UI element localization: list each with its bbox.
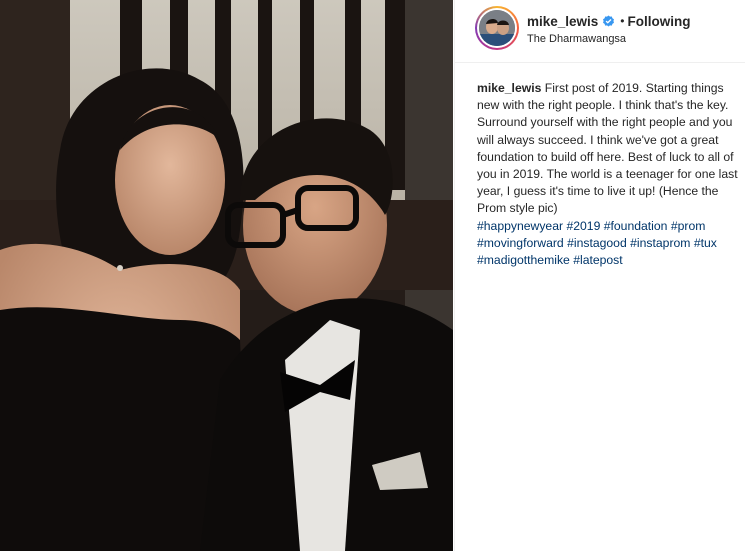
- profile-avatar[interactable]: [479, 10, 515, 46]
- verified-badge-icon: [603, 15, 615, 27]
- story-ring[interactable]: [475, 6, 519, 50]
- caption-username[interactable]: mike_lewis: [477, 81, 541, 95]
- hashtag-link[interactable]: #instaprom: [630, 236, 690, 250]
- post-details-panel: mike_lewis • Following The Dharmawangsa …: [454, 0, 745, 551]
- post-caption: mike_lewis First post of 2019. Starting …: [477, 80, 739, 269]
- hashtag-link[interactable]: #instagood: [567, 236, 627, 250]
- hashtag-link[interactable]: #2019: [566, 219, 600, 233]
- hashtag-link[interactable]: #happynewyear: [477, 219, 563, 233]
- separator-dot: •: [620, 14, 625, 28]
- hashtag-list: #happynewyear #2019 #foundation #prom #m…: [477, 218, 739, 270]
- post-header: mike_lewis • Following The Dharmawangsa: [455, 0, 745, 63]
- username-link[interactable]: mike_lewis: [527, 14, 598, 29]
- location-link[interactable]: The Dharmawangsa: [527, 33, 626, 45]
- hashtag-link[interactable]: #latepost: [573, 253, 622, 267]
- header-user-row: mike_lewis • Following: [527, 12, 691, 30]
- hashtag-link[interactable]: #madigotthemike: [477, 253, 570, 267]
- post-photo[interactable]: [0, 0, 453, 551]
- hashtag-link[interactable]: #movingforward: [477, 236, 564, 250]
- hashtag-link[interactable]: #foundation: [604, 219, 668, 233]
- caption-text: First post of 2019. Starting things new …: [477, 81, 738, 216]
- following-button[interactable]: Following: [628, 14, 691, 29]
- avatar-image: [479, 10, 515, 46]
- hashtag-link[interactable]: #prom: [671, 219, 706, 233]
- hashtag-link[interactable]: #tux: [694, 236, 717, 250]
- post-photo-image: [0, 0, 453, 551]
